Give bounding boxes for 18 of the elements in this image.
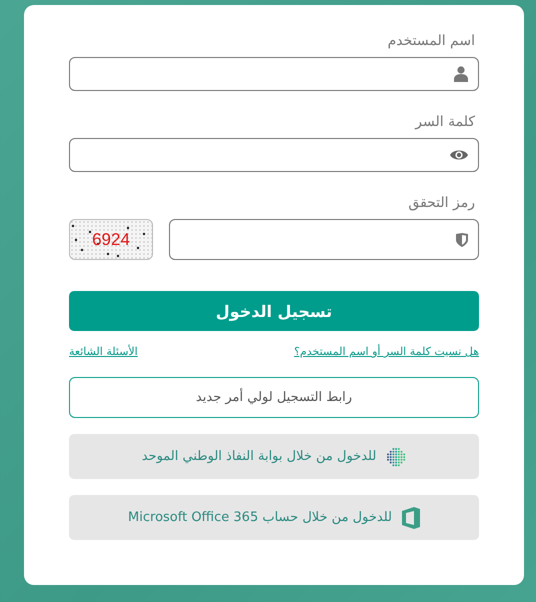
captcha-field[interactable] bbox=[169, 219, 479, 260]
register-button[interactable]: رابط التسجيل لولي أمر جديد bbox=[69, 377, 479, 418]
sso-login-button[interactable]: للدخول من خلال بوابة النفاذ الوطني الموحد bbox=[69, 434, 479, 479]
sso-login-button[interactable]: للدخول من خلال حساب Microsoft Office 365 bbox=[69, 495, 479, 540]
eye-icon[interactable] bbox=[450, 149, 468, 161]
faq-link[interactable]: الأسئلة الشائعة bbox=[69, 345, 138, 363]
field-label: كلمة السر bbox=[414, 113, 475, 132]
user-icon bbox=[454, 66, 468, 82]
forgot-password-link[interactable]: هل نسيت كلمة السر أو اسم المستخدم؟ bbox=[294, 345, 479, 363]
shield-icon bbox=[456, 232, 468, 246]
captcha-code: 6924 bbox=[92, 230, 130, 250]
field-label: اسم المستخدم bbox=[386, 32, 475, 51]
dot-cluster-icon bbox=[386, 446, 406, 466]
field-label: رمز التحقق bbox=[407, 194, 475, 213]
login-button[interactable]: تسجيل الدخول bbox=[69, 291, 479, 331]
office-icon bbox=[402, 506, 420, 528]
password-field[interactable] bbox=[69, 138, 479, 172]
username-field[interactable] bbox=[69, 57, 479, 91]
